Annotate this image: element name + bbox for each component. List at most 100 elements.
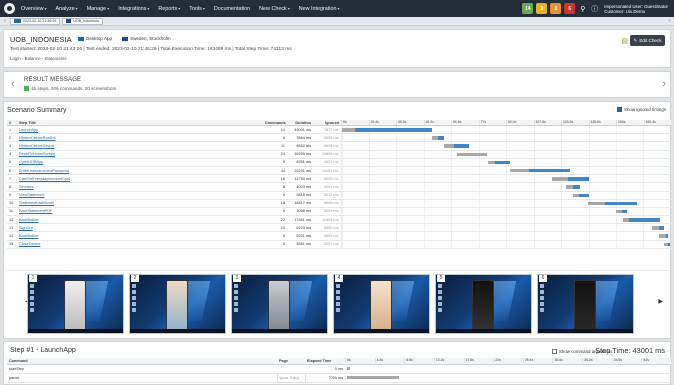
scenario-row[interactable]: 7 ClickOnEverydayAccountCard 16 11780 ms 900… (7, 174, 671, 184)
step-title-link[interactable]: StatementLastMonth (17, 199, 263, 208)
scenario-row[interactable]: 10 StatementLastMonth 18 18417 ms 9606 ms (7, 199, 671, 208)
scenario-title: Scenario Summary (7, 107, 67, 114)
step-timeline-bar[interactable] (487, 160, 510, 165)
step-timeline-cell (340, 191, 671, 200)
screenshot-thumbnail[interactable]: 2 (129, 274, 226, 334)
step-timeline-bar[interactable] (443, 144, 470, 148)
scenario-row[interactable]: 15 CloseDevice 5 3551 ms 2001 ms (7, 240, 671, 249)
step-commands: 16 (263, 174, 287, 184)
scenario-row[interactable]: 9 ViewStatement 6 5815 ms 3012 ms (7, 191, 671, 200)
step-duration: 8251 ms (287, 158, 313, 167)
step-title-link[interactable]: HiddenDeviceRoaDot (17, 133, 263, 143)
tab-scroll-right-icon[interactable]: › (668, 18, 670, 24)
timeline-tick-label: 107.8s (533, 120, 562, 125)
step-timeline-bar[interactable] (457, 152, 488, 157)
scenario-row[interactable]: 1 LaunchApp 14 43001 ms 7817 ms (7, 125, 671, 135)
tab-test-run[interactable]: 2023-02-10 21:46:26 (10, 17, 61, 25)
command-row[interactable]: startStep 0 ms (7, 364, 671, 374)
step-title-link[interactable]: EnterUsernameAndPassword (17, 166, 263, 176)
tab-check[interactable]: UOB_Indonesia (62, 17, 103, 25)
scenario-row[interactable]: 8 Services 8 4003 ms 4001 ms (7, 182, 671, 192)
step-title-link[interactable]: BackButton (17, 215, 263, 225)
step-title-link[interactable]: ViewStatement (17, 191, 263, 200)
step-timeline-bar[interactable] (432, 136, 444, 140)
nav-item-reports[interactable]: Reports▾ (158, 6, 180, 12)
bar-chart-icon[interactable]: ▤ (621, 37, 628, 45)
step-timeline-bar[interactable] (664, 242, 671, 247)
scenario-row[interactable]: 14 BackButton 6 5201 ms 4002 ms (7, 231, 671, 241)
nav-item-integrations[interactable]: Integrations▾ (118, 6, 149, 12)
status-badge-warning[interactable]: 3 (536, 3, 548, 14)
screenshot-thumbnail[interactable]: 4 (333, 274, 430, 334)
checkbox-unchecked-icon[interactable] (552, 349, 557, 354)
timeline-tick-label: 15.4s (368, 120, 397, 125)
info-icon[interactable]: ⓘ (590, 4, 599, 14)
check-title: UOB_INDONESIA (10, 35, 72, 44)
step-timeline-bar[interactable] (551, 177, 589, 181)
scenario-row[interactable]: 5 OpenUOBApp 8 8251 ms 4003 ms (7, 158, 671, 167)
chevron-right-icon[interactable]: › (662, 78, 666, 90)
step-title-link[interactable]: OpenUOBApp (17, 158, 263, 167)
scenario-row[interactable]: 11 BackStatementPDF 6 3098 ms 3053 ms (7, 207, 671, 217)
edit-check-button[interactable]: ✎ Edit Check (630, 35, 665, 46)
scenario-row[interactable]: 3 HiddenDeviceDevice 11 8562 ms 5604 ms (7, 141, 671, 151)
step-timeline-bar[interactable] (651, 226, 665, 230)
scenario-row[interactable]: 4 ResetToHomeScreen 24 16269 ms 16808 ms (7, 150, 671, 159)
command-timeline-bar[interactable] (347, 376, 399, 379)
step-timeline-bar[interactable] (587, 201, 638, 206)
step-timeline-bar[interactable] (573, 193, 589, 197)
step-commands: 6 (263, 231, 287, 241)
nav-item-overview[interactable]: Overview▾ (21, 6, 46, 12)
step-timeline-bar[interactable] (509, 168, 571, 173)
app-logo-icon[interactable] (4, 3, 15, 14)
scenario-row[interactable]: 12 BackButton 22 17451 ms 11804 ms (7, 215, 671, 225)
desktop-icons (234, 278, 238, 312)
nav-item-documentation[interactable]: Documentation (214, 6, 250, 12)
status-badge-ok[interactable]: 14 (522, 3, 534, 14)
screenshot-thumbnail[interactable]: 6 (537, 274, 634, 334)
status-badge-minor[interactable]: 3 (550, 3, 562, 14)
scenario-row[interactable]: 2 HiddenDeviceRoaDot 6 3564 ms 3055 ms (7, 133, 671, 143)
step-timeline-bar[interactable] (342, 128, 433, 132)
nav-item-tools[interactable]: Tools▾ (189, 6, 205, 12)
step-title-link[interactable]: SignOut (17, 223, 263, 233)
step-timeline-bar[interactable] (616, 209, 628, 214)
scenario-row[interactable]: 13 SignOut 10 6223 ms 5000 ms (7, 223, 671, 233)
status-badge-critical[interactable]: 6 (564, 3, 576, 14)
tab-scroll-left-icon[interactable]: ‹ (0, 18, 10, 24)
step-commands: 22 (263, 215, 287, 225)
nav-item-new-integration[interactable]: New Integration▾ (299, 6, 340, 12)
step-title-link[interactable]: LaunchApp (17, 125, 263, 135)
search-icon[interactable]: ⚲ (578, 5, 587, 13)
command-row[interactable]: pause Ignore Timing 7050 ms (7, 372, 671, 383)
scenario-row[interactable]: 6 EnterUsernameAndPassword 44 23291 ms 10651… (7, 166, 671, 176)
chevron-left-icon[interactable]: ‹ (11, 78, 15, 90)
step-title-link[interactable]: ResetToHomeScreen (17, 150, 263, 159)
step-title-link[interactable]: HiddenDeviceDevice (17, 141, 263, 151)
taskbar (130, 329, 225, 333)
step-timeline-bar[interactable] (623, 218, 661, 222)
screenshot-thumbnail[interactable]: 5 (435, 274, 532, 334)
step-title-link[interactable]: CloseDevice (17, 240, 263, 249)
step-title-link[interactable]: BackStatementPDF (17, 207, 263, 217)
ignored-time-segment (566, 185, 574, 189)
nav-item-analyze[interactable]: Analyze▾ (55, 6, 77, 12)
screenshot-thumbnail[interactable]: 1 (27, 274, 124, 334)
carousel-next-icon[interactable]: ▶ (658, 298, 663, 305)
nav-item-new-check[interactable]: New Check▾ (259, 6, 290, 12)
screenshot-thumbnail[interactable]: 3 (231, 274, 328, 334)
result-title: RESULT MESSAGE (24, 77, 82, 83)
user-info[interactable]: Impersonated User: Guestimator Customer:… (604, 4, 668, 14)
step-title-link[interactable]: BackButton (17, 231, 263, 241)
step-title-link[interactable]: Services (17, 182, 263, 192)
step-ignored: 10651 ms (313, 166, 341, 176)
step-timeline-bar[interactable] (566, 185, 581, 189)
nav-item-manage[interactable]: Manage▾ (87, 6, 110, 12)
command-timeline-bar[interactable] (347, 367, 350, 370)
step-title-link[interactable]: ClickOnEverydayAccountCard (17, 174, 263, 184)
show-ignored-toggle[interactable]: Show ignored timings (617, 107, 666, 112)
checkbox-checked-icon[interactable] (617, 107, 623, 112)
step-timeline-bar[interactable] (658, 234, 669, 238)
desktop-icons (336, 278, 340, 312)
ignored-time-segment (651, 226, 659, 230)
